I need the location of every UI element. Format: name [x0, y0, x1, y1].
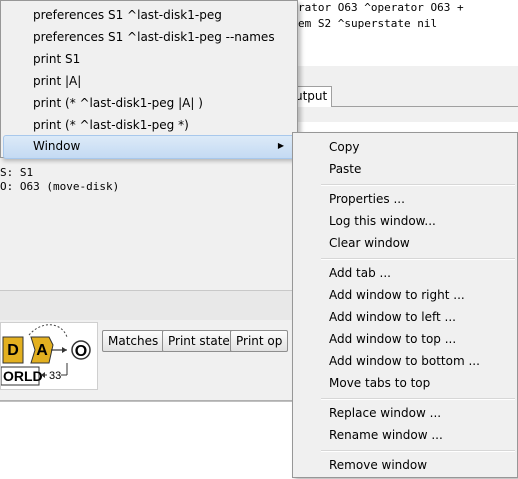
- menu-item-print-a[interactable]: print |A|: [3, 70, 295, 92]
- menu-item-preferences-s1-names[interactable]: preferences S1 ^last-disk1-peg --names: [3, 26, 295, 48]
- menu-item-add-tab[interactable]: Add tab ...: [295, 262, 515, 284]
- logo-letter-o: O: [75, 343, 87, 360]
- menu-separator: [321, 258, 515, 260]
- menu-item-add-window-right[interactable]: Add window to right ...: [295, 284, 515, 306]
- menu-item-move-tabs-to-top[interactable]: Move tabs to top: [295, 372, 515, 394]
- menu-item-replace-window[interactable]: Replace window ...: [295, 402, 515, 424]
- menu-separator: [321, 450, 515, 452]
- state-panel: S: S1 O: O63 (move-disk): [0, 156, 300, 290]
- menu-item-paste[interactable]: Paste: [295, 158, 515, 180]
- menu-item-rename-window[interactable]: Rename window ...: [295, 424, 515, 446]
- menu-separator: [321, 184, 515, 186]
- matches-button[interactable]: Matches: [102, 330, 165, 352]
- state-line: S: S1: [0, 166, 34, 179]
- context-menu: preferences S1 ^last-disk1-peg preferenc…: [0, 0, 298, 159]
- menu-item-preferences-s1[interactable]: preferences S1 ^last-disk1-peg: [3, 4, 295, 26]
- menu-item-log-this-window[interactable]: Log this window...: [295, 210, 515, 232]
- menu-item-properties[interactable]: Properties ...: [295, 188, 515, 210]
- operator-line: O: O63 (move-disk): [0, 180, 120, 193]
- menu-item-add-window-bottom[interactable]: Add window to bottom ...: [295, 350, 515, 372]
- menu-item-copy[interactable]: Copy: [295, 136, 515, 158]
- menu-item-print-last-disk1-peg-all[interactable]: print (* ^last-disk1-peg *): [3, 114, 295, 136]
- menu-item-print-s1[interactable]: print S1: [3, 48, 295, 70]
- menu-item-window-label: Window: [33, 139, 81, 153]
- logo-word: ORLD: [3, 368, 43, 384]
- menu-item-clear-window[interactable]: Clear window: [295, 232, 515, 254]
- print-state-button[interactable]: Print state: [162, 330, 236, 352]
- bottom-pane: [0, 401, 300, 479]
- menu-separator: [321, 398, 515, 400]
- logo-letter-d: D: [7, 342, 19, 359]
- menu-item-remove-window[interactable]: Remove window: [295, 454, 515, 476]
- logo-graphic: D A O ORLD 33: [0, 324, 91, 386]
- submenu-arrow-icon: ▶: [277, 141, 284, 150]
- logo-number: 33: [49, 370, 61, 382]
- menu-item-print-last-disk1-peg-a[interactable]: print (* ^last-disk1-peg |A| ): [3, 92, 295, 114]
- window-submenu: Copy Paste Properties ... Log this windo…: [292, 132, 518, 478]
- console-line: em S2 ^superstate nil: [298, 17, 438, 30]
- menu-item-add-window-left[interactable]: Add window to left ...: [295, 306, 515, 328]
- print-op-button[interactable]: Print op: [230, 330, 289, 352]
- menu-item-add-window-top[interactable]: Add window to top ...: [295, 328, 515, 350]
- console-output: rator O63 ^operator O63 + em S2 ^superst…: [298, 0, 518, 66]
- console-line: rator O63 ^operator O63 +: [298, 1, 464, 14]
- logo-letter-a: A: [36, 342, 48, 359]
- soar-logo: D A O ORLD 33: [0, 322, 98, 390]
- menu-item-window[interactable]: Window ▶: [3, 135, 295, 159]
